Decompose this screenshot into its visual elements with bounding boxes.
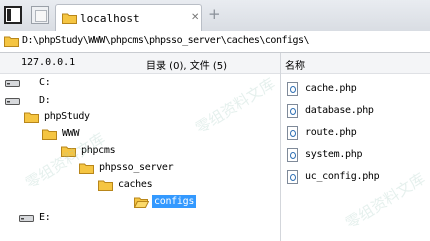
tree-item-label: phpsso_server	[99, 162, 174, 173]
tree-item-label: phpStudy	[44, 111, 90, 122]
file-name: database.php	[305, 105, 374, 116]
folder-icon	[62, 13, 77, 24]
add-tab-button[interactable]: +	[208, 6, 221, 22]
php-file-icon	[287, 148, 298, 162]
file-name: route.php	[305, 127, 357, 138]
tree-item-label: WWW	[62, 128, 80, 139]
tab-localhost[interactable]: localhost ✕	[55, 4, 202, 31]
php-file-icon	[287, 170, 298, 184]
folder-icon	[98, 180, 113, 191]
open-folder-icon	[134, 197, 149, 208]
folder-icon	[24, 112, 39, 123]
tree-item-label: D:	[39, 95, 51, 106]
tab-label: localhost	[80, 12, 140, 25]
tree-item-label: configs	[152, 195, 197, 208]
tree-item-label: E:	[39, 212, 51, 223]
directory-summary: 目录 (0), 文件 (5)	[146, 61, 228, 72]
folder-icon	[4, 36, 19, 47]
tree-item-label: caches	[118, 179, 153, 190]
drive-icon	[5, 98, 20, 105]
name-column-header[interactable]: 名称	[285, 57, 305, 72]
folder-icon	[42, 129, 57, 140]
address-path[interactable]: D:\phpStudy\WWW\phpcms\phpsso_server\cac…	[22, 35, 310, 46]
sidebar-toggle-icon[interactable]	[4, 6, 22, 24]
watermark: 零组资料文库	[192, 74, 279, 138]
pane-divider[interactable]	[280, 53, 281, 241]
php-file-icon	[287, 126, 298, 140]
host-ip: 127.0.0.1	[21, 57, 76, 68]
drive-icon	[19, 215, 34, 222]
php-file-icon	[287, 104, 298, 118]
address-bar[interactable]: D:\phpStudy\WWW\phpcms\phpsso_server\cac…	[0, 31, 430, 53]
php-file-icon	[287, 82, 298, 96]
page-icon[interactable]	[31, 6, 49, 24]
tree-item-label: C:	[39, 77, 51, 88]
drive-icon	[5, 80, 20, 87]
tab-bar: localhost ✕ +	[0, 0, 430, 32]
folder-icon	[79, 163, 94, 174]
file-name: cache.php	[305, 83, 357, 94]
file-name: uc_config.php	[305, 171, 380, 182]
close-icon[interactable]: ✕	[191, 12, 199, 23]
status-header: 127.0.0.1 目录 (0), 文件 (5) 名称	[0, 53, 430, 74]
file-name: system.php	[305, 149, 363, 160]
